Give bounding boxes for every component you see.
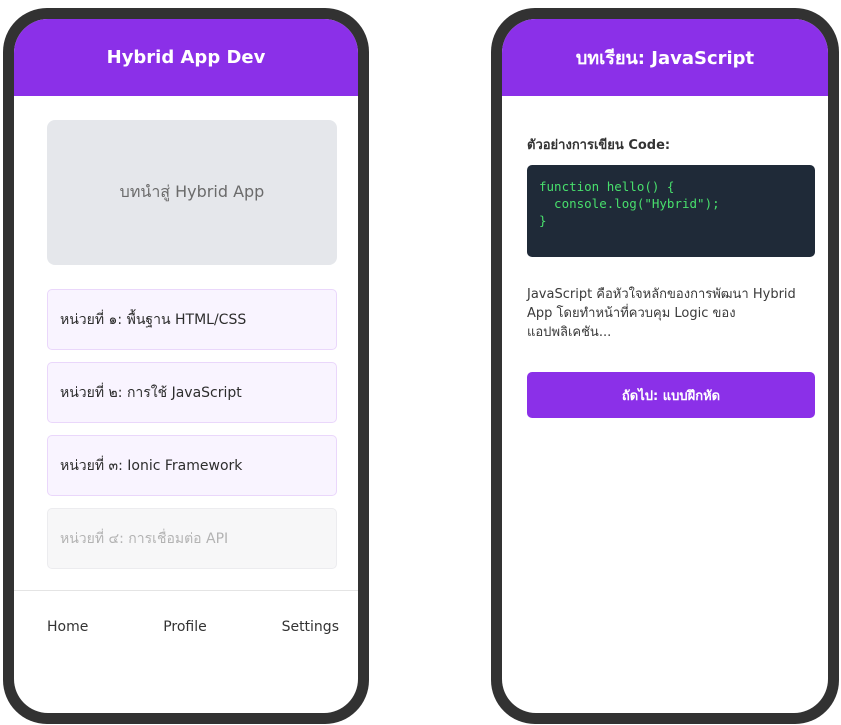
code-block: function hello() { console.log("Hybrid")…	[527, 165, 815, 257]
lesson-label: หน่วยที่ ๑: พื้นฐาน HTML/CSS	[60, 311, 247, 328]
bottom-nav: Home Profile Settings	[14, 590, 358, 660]
screen-lesson: บทเรียน: JavaScript ตัวอย่างการเขียน Cod…	[502, 19, 828, 713]
next-exercise-button[interactable]: ถัดไป: แบบฝึกหัด	[527, 372, 815, 418]
lesson-item-2[interactable]: หน่วยที่ ๒: การใช้ JavaScript	[47, 362, 337, 423]
lesson-item-4-disabled: หน่วยที่ ๔: การเชื่อมต่อ API	[47, 508, 337, 569]
lesson-list: หน่วยที่ ๑: พื้นฐาน HTML/CSS หน่วยที่ ๒:…	[47, 289, 337, 581]
lesson-label: หน่วยที่ ๓: Ionic Framework	[60, 457, 243, 474]
screen-home: Hybrid App Dev บทนำสู่ Hybrid App หน่วยท…	[14, 19, 358, 713]
phone-frame-right: บทเรียน: JavaScript ตัวอย่างการเขียน Cod…	[491, 8, 839, 724]
header-lesson: บทเรียน: JavaScript	[502, 19, 828, 96]
nav-profile[interactable]: Profile	[163, 619, 207, 635]
nav-home[interactable]: Home	[47, 619, 88, 635]
header-home: Hybrid App Dev	[14, 19, 358, 96]
header-title: บทเรียน: JavaScript	[575, 48, 755, 69]
lesson-label: หน่วยที่ ๒: การใช้ JavaScript	[60, 384, 242, 401]
hero-card[interactable]: บทนำสู่ Hybrid App	[47, 120, 337, 265]
lesson-item-3[interactable]: หน่วยที่ ๓: Ionic Framework	[47, 435, 337, 496]
stage: Hybrid App Dev บทนำสู่ Hybrid App หน่วยท…	[0, 0, 841, 725]
phone-frame-left: Hybrid App Dev บทนำสู่ Hybrid App หน่วยท…	[3, 8, 369, 724]
lesson-item-1[interactable]: หน่วยที่ ๑: พื้นฐาน HTML/CSS	[47, 289, 337, 350]
lesson-description: JavaScript คือหัวใจหลักของการพัฒนา Hybri…	[527, 287, 796, 340]
nav-settings[interactable]: Settings	[282, 619, 339, 635]
hero-text: บทนำสู่ Hybrid App	[119, 182, 265, 201]
code-section-label: ตัวอย่างการเขียน Code:	[527, 138, 671, 153]
header-title: Hybrid App Dev	[106, 47, 266, 68]
lesson-label: หน่วยที่ ๔: การเชื่อมต่อ API	[60, 530, 229, 547]
